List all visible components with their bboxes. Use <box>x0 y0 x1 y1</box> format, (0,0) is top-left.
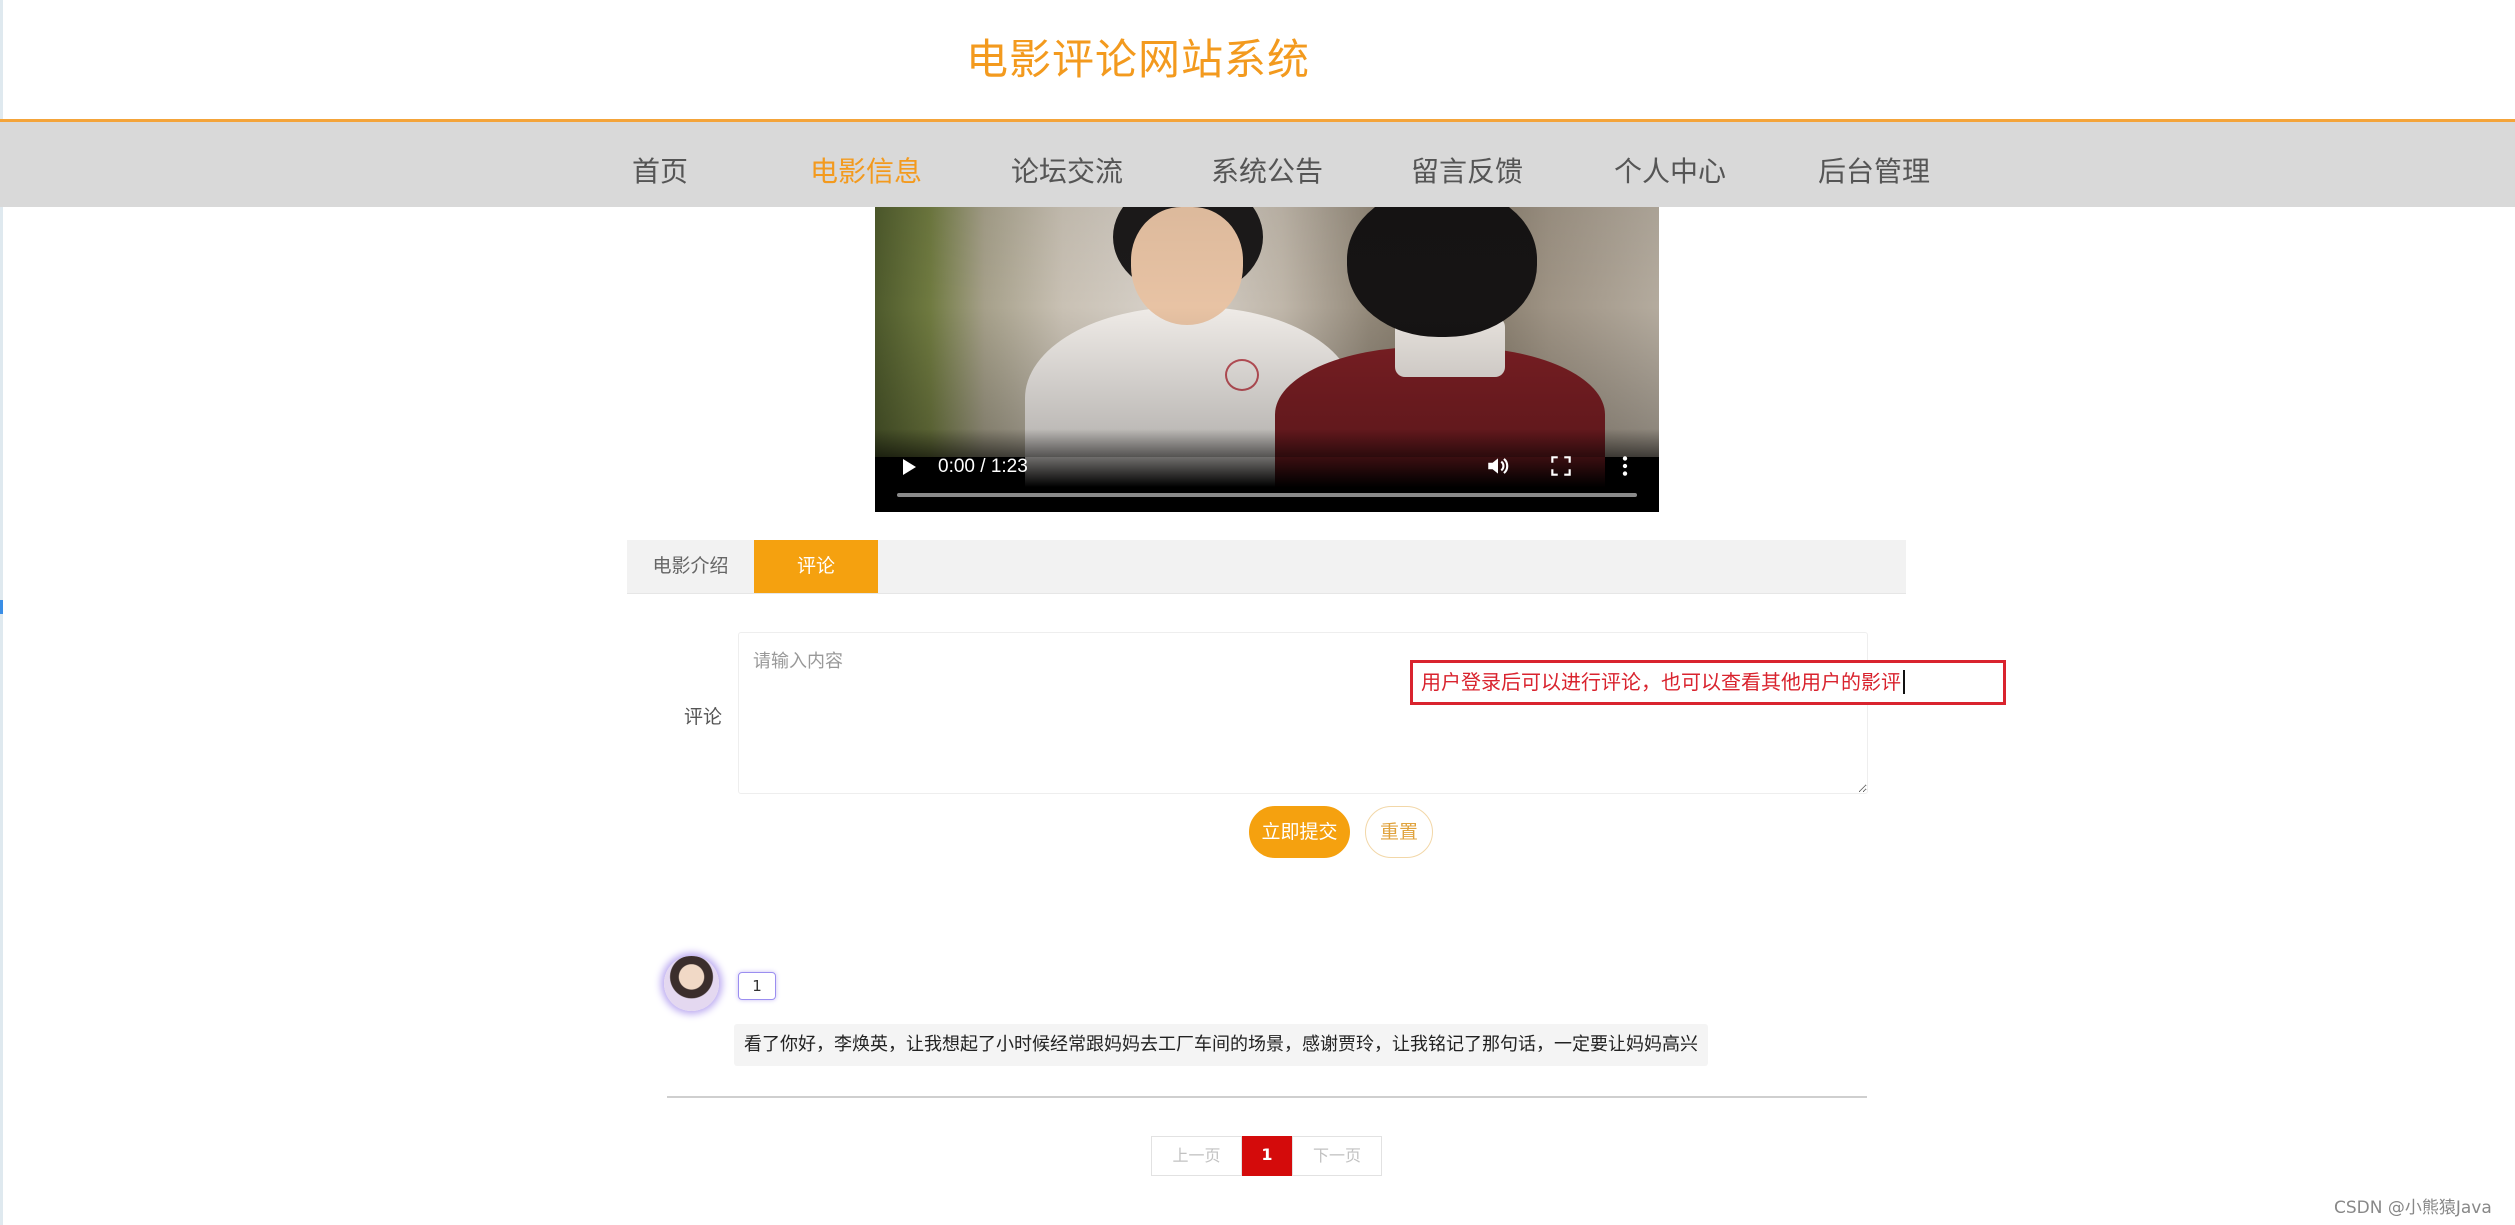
divider <box>667 1096 1867 1098</box>
text-caret <box>1903 670 1905 694</box>
comment-input[interactable] <box>738 632 1868 794</box>
avatar <box>664 956 719 1011</box>
tab-comment[interactable]: 评论 <box>754 540 878 593</box>
tab-movie-intro[interactable]: 电影介绍 <box>627 540 754 593</box>
play-icon[interactable] <box>903 459 916 475</box>
video-time: 0:00 / 1:23 <box>938 456 1028 477</box>
nav-item-announcements[interactable]: 系统公告 <box>1211 150 1323 190</box>
reset-button[interactable]: 重置 <box>1365 806 1433 858</box>
main-nav: 首页 电影信息 论坛交流 系统公告 留言反馈 个人中心 后台管理 <box>0 119 2515 207</box>
comment-label: 评论 <box>684 706 723 728</box>
fullscreen-icon[interactable] <box>1548 453 1574 479</box>
nav-item-feedback[interactable]: 留言反馈 <box>1411 150 1523 190</box>
comment-text: 看了你好，李焕英，让我想起了小时候经常跟妈妈去工厂车间的场景，感谢贾玲，让我铭记… <box>734 1024 1708 1066</box>
nav-item-admin[interactable]: 后台管理 <box>1818 150 1930 190</box>
nav-item-movie-info[interactable]: 电影信息 <box>810 150 922 190</box>
next-page-button[interactable]: 下一页 <box>1292 1136 1382 1176</box>
video-frame <box>875 207 1659 497</box>
nav-item-personal-center[interactable]: 个人中心 <box>1614 150 1726 190</box>
tab-bar: 电影介绍 评论 <box>627 540 1906 594</box>
prev-page-button[interactable]: 上一页 <box>1151 1136 1242 1176</box>
annotation-text: 用户登录后可以进行评论，也可以查看其他用户的影评 <box>1421 670 1901 694</box>
more-options-icon[interactable] <box>1612 453 1638 479</box>
video-progress-bar[interactable] <box>897 493 1637 497</box>
video-controls: 0:00 / 1:23 <box>875 429 1659 512</box>
page-1-button[interactable]: 1 <box>1242 1136 1292 1176</box>
left-edge-marker <box>0 600 3 614</box>
nav-item-forum[interactable]: 论坛交流 <box>1011 150 1123 190</box>
video-shading <box>875 207 1659 457</box>
watermark: CSDN @小熊猿Java <box>2334 1198 2492 1218</box>
video-player[interactable]: 0:00 / 1:23 <box>875 207 1659 512</box>
comment-username: 1 <box>738 972 776 1000</box>
site-title: 电影评论网站系统 <box>966 35 1311 84</box>
volume-icon[interactable] <box>1485 453 1511 479</box>
submit-button[interactable]: 立即提交 <box>1249 806 1350 858</box>
annotation-callout: 用户登录后可以进行评论，也可以查看其他用户的影评 <box>1410 660 2006 705</box>
nav-item-home[interactable]: 首页 <box>632 150 688 190</box>
